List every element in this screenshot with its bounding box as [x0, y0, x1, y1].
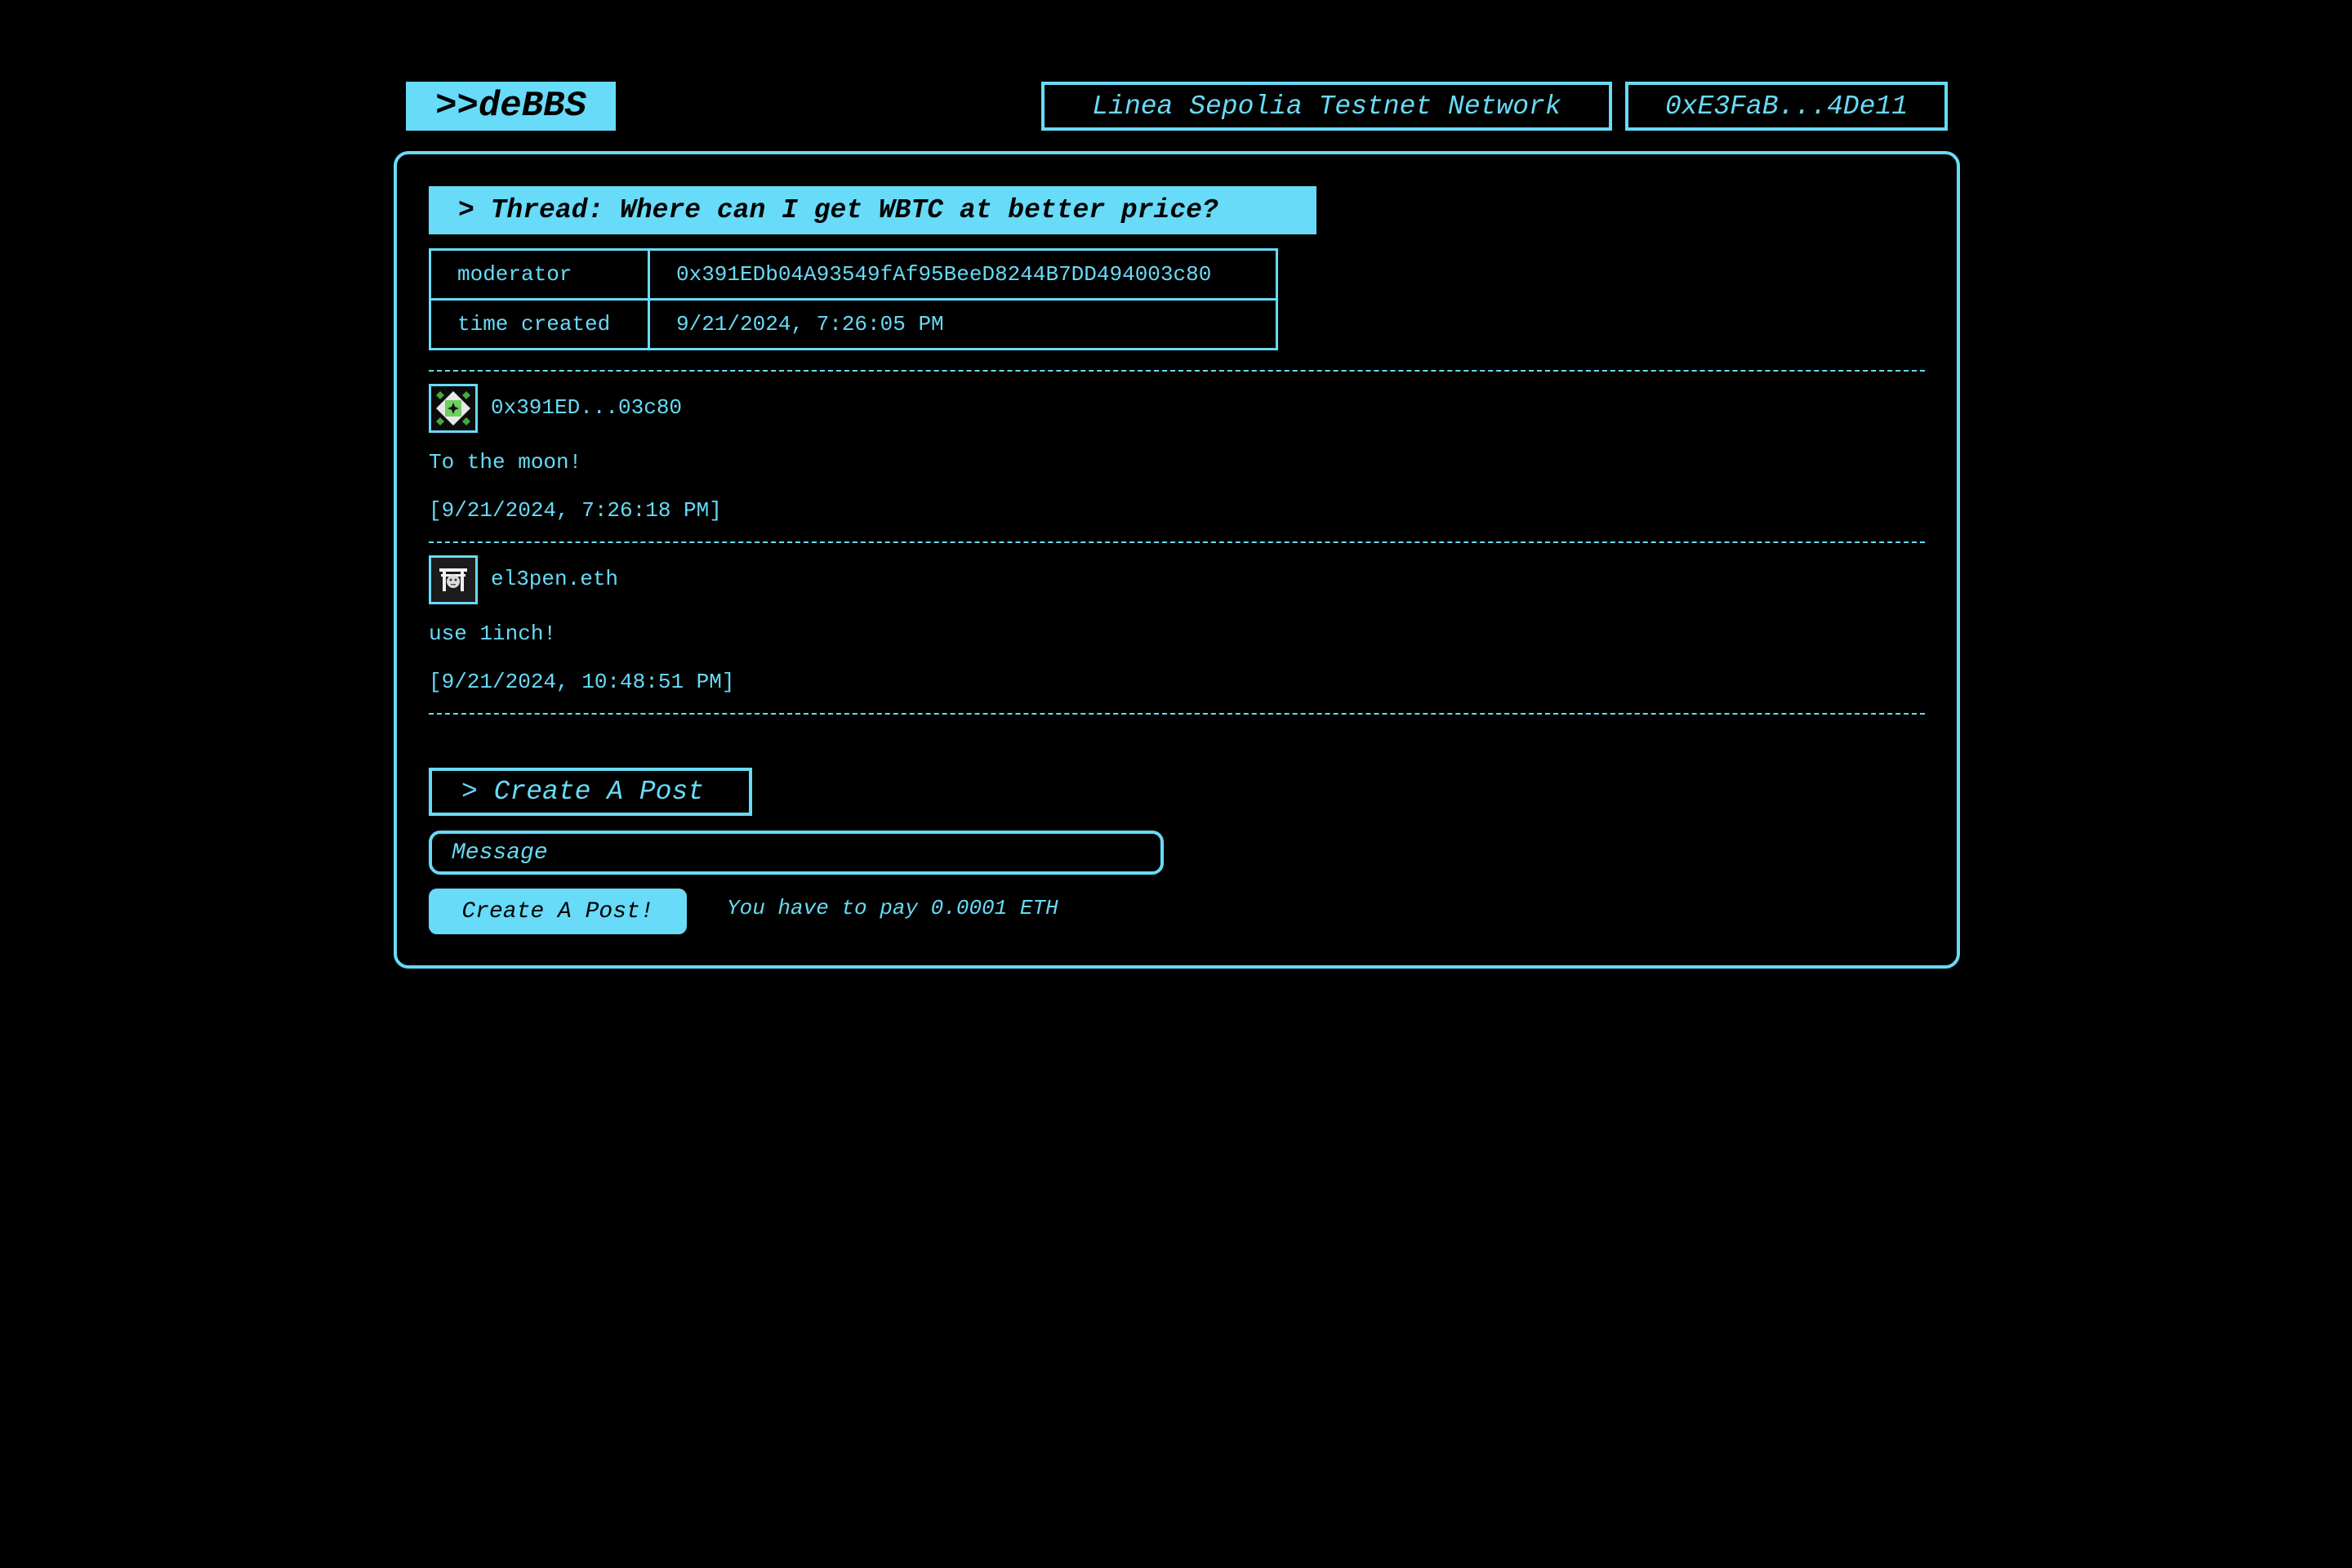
fee-note: You have to pay 0.0001 ETH	[727, 896, 1058, 920]
message-input[interactable]	[429, 831, 1164, 875]
meta-key: time created	[429, 298, 650, 350]
create-post-heading: > Create A Post	[429, 768, 752, 816]
meta-row-time-created: time created 9/21/2024, 7:26:05 PM	[429, 298, 1278, 350]
thread-meta-table: moderator 0x391EDb04A93549fAf95BeeD8244B…	[429, 248, 1278, 350]
identicon-avatar-icon	[429, 384, 478, 433]
post-author[interactable]: el3pen.eth	[491, 567, 618, 591]
network-button[interactable]: Linea Sepolia Testnet Network	[1041, 82, 1612, 131]
post-author[interactable]: 0x391ED...03c80	[491, 395, 682, 420]
divider	[429, 370, 1925, 372]
post-body: use 1inch!	[429, 621, 557, 646]
torii-avatar-icon	[429, 555, 478, 604]
meta-row-moderator: moderator 0x391EDb04A93549fAf95BeeD8244B…	[429, 248, 1278, 301]
moderator-address: 0x391EDb04A93549fAf95BeeD8244B7DD494003c…	[648, 248, 1278, 301]
app-logo[interactable]: >>deBBS	[406, 82, 616, 131]
create-post-button[interactable]: Create A Post!	[429, 889, 687, 934]
divider	[429, 541, 1925, 543]
thread-title: > Thread: Where can I get WBTC at better…	[429, 186, 1316, 234]
time-created-value: 9/21/2024, 7:26:05 PM	[648, 298, 1278, 350]
post-timestamp: [9/21/2024, 10:48:51 PM]	[429, 670, 735, 694]
account-button[interactable]: 0xE3FaB...4De11	[1625, 82, 1948, 131]
post-body: To the moon!	[429, 450, 582, 474]
divider	[429, 713, 1925, 715]
post-timestamp: [9/21/2024, 7:26:18 PM]	[429, 498, 722, 523]
meta-key: moderator	[429, 248, 650, 301]
